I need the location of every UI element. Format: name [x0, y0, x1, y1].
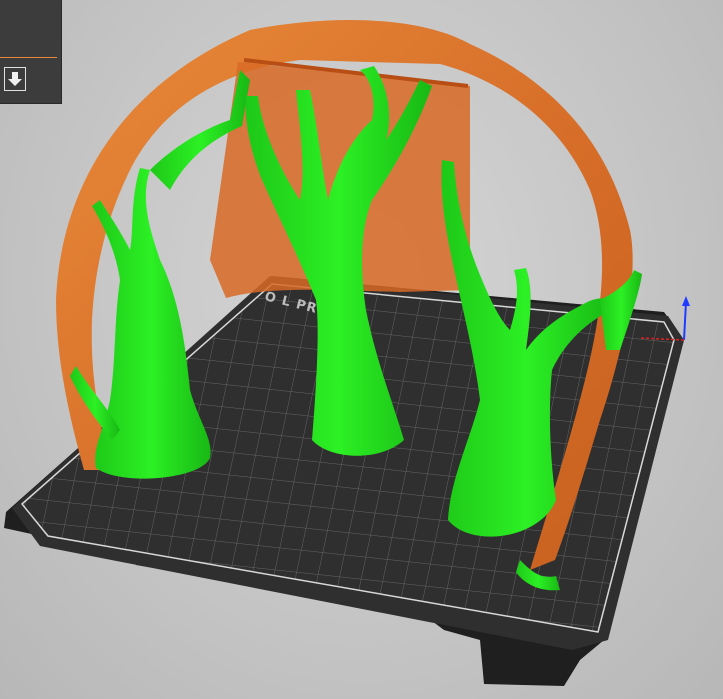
download-arrow-icon	[8, 72, 22, 86]
side-toolbar	[0, 0, 62, 104]
panel-divider	[0, 57, 57, 58]
export-gcode-button[interactable]	[4, 67, 26, 91]
scene: O L PRUSA	[4, 19, 690, 686]
3d-viewport[interactable]: O L PRUSA	[0, 0, 723, 699]
